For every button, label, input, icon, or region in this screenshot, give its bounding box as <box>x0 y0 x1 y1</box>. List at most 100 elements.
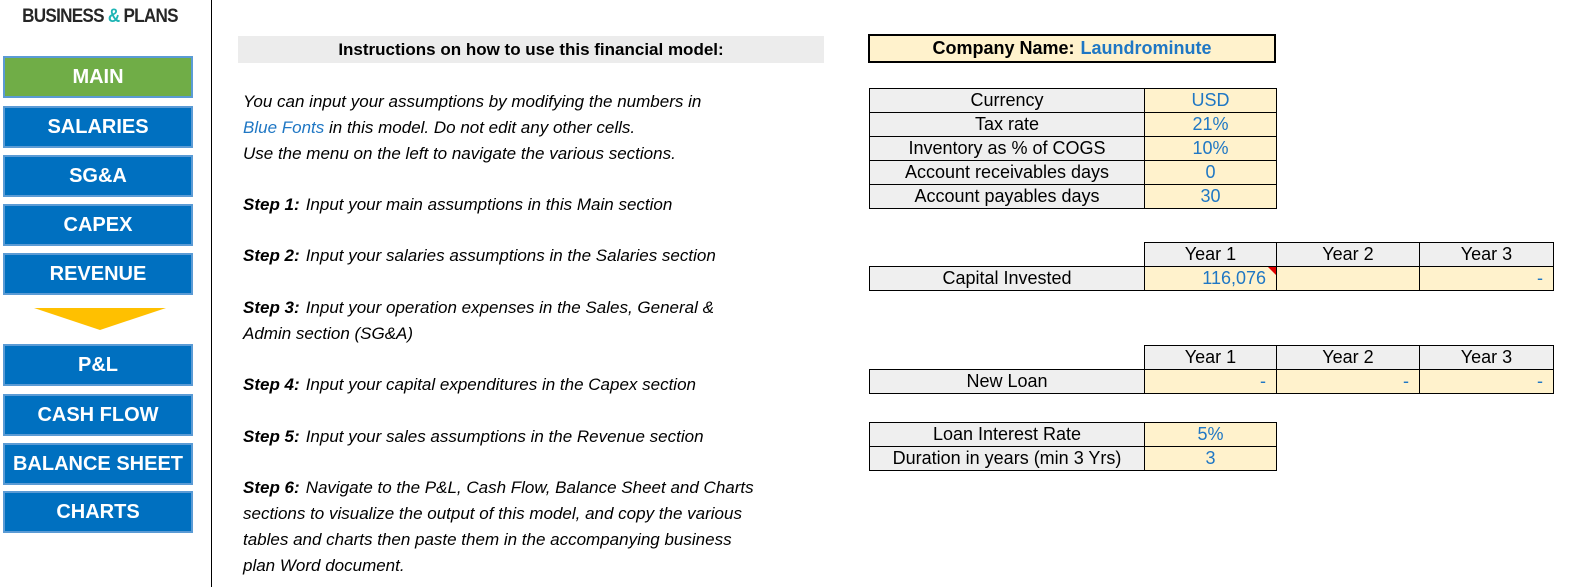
step-text: tables and charts then paste them in the… <box>243 530 732 549</box>
instructions-title-text: Instructions on how to use this financia… <box>338 39 724 59</box>
year-3-header: Year 3 <box>1419 242 1554 267</box>
nav-salaries-label: SALARIES <box>47 115 149 138</box>
step-2: Step 2: Input your salaries assumptions i… <box>243 243 716 269</box>
down-arrow-icon <box>34 308 166 330</box>
company-name-input[interactable]: Laundrominute <box>1081 38 1212 59</box>
nav-pl-button[interactable]: P&L <box>3 344 193 386</box>
table-header-row: Year 1 Year 2 Year 3 <box>870 345 1554 370</box>
currency-input[interactable]: USD <box>1144 88 1277 113</box>
company-name-label: Company Name: <box>932 38 1075 58</box>
nav-capex-button[interactable]: CAPEX <box>3 204 193 246</box>
step-text: plan Word document. <box>243 556 405 575</box>
tax-rate-label: Tax rate <box>869 112 1145 137</box>
step-4: Step 4: Input your capital expenditures i… <box>243 372 696 398</box>
loan-year-1-input[interactable]: - <box>1144 369 1277 394</box>
step-5: Step 5: Input your sales assumptions in t… <box>243 424 704 450</box>
step-text: Input your capital expenditures in the C… <box>305 375 696 394</box>
nav-balance-sheet-button[interactable]: BALANCE SHEET <box>3 443 193 485</box>
intro-line-2: Blue Fonts in this model. Do not edit an… <box>243 115 701 141</box>
business-plans-logo: BUSINESS & PLANS <box>10 6 190 28</box>
receivables-days-label: Account receivables days <box>869 160 1145 185</box>
capital-invested-table: Year 1 Year 2 Year 3 Capital Invested 11… <box>869 242 1554 291</box>
payables-days-input[interactable]: 30 <box>1144 184 1277 209</box>
capital-year-1-input[interactable]: 116,076 <box>1144 266 1277 291</box>
nav-cash-flow-label: CASH FLOW <box>37 403 159 426</box>
step-text: Input your sales assumptions in the Reve… <box>305 427 704 446</box>
step-label: Step 1: <box>243 195 300 214</box>
table-row: New Loan - - - <box>869 369 1554 394</box>
inventory-input[interactable]: 10% <box>1144 136 1277 161</box>
nav-sga-label: SG&A <box>69 164 127 187</box>
nav-balance-sheet-label: BALANCE SHEET <box>12 452 183 475</box>
year-3-header: Year 3 <box>1419 345 1554 370</box>
logo-text-2: PLANS <box>119 6 178 27</box>
step-text: sections to visualize the output of this… <box>243 504 742 523</box>
nav-revenue-button[interactable]: REVENUE <box>3 253 193 295</box>
capital-year-3-input[interactable]: - <box>1419 266 1554 291</box>
table-row: Currency USD <box>869 88 1277 113</box>
loan-duration-label: Duration in years (min 3 Yrs) <box>869 446 1145 471</box>
loan-year-3-input[interactable]: - <box>1419 369 1554 394</box>
payables-days-label: Account payables days <box>869 184 1145 209</box>
nav-sga-button[interactable]: SG&A <box>3 155 193 197</box>
year-2-header: Year 2 <box>1276 242 1420 267</box>
step-label: Step 5: <box>243 427 300 446</box>
logo-text-1: BUSINESS <box>22 6 108 27</box>
intro-line-3: Use the menu on the left to navigate the… <box>243 144 676 163</box>
capital-invested-label: Capital Invested <box>869 266 1145 291</box>
instructions-intro: You can input your assumptions by modify… <box>243 89 701 167</box>
step-6: Step 6: Navigate to the P&L, Cash Flow, B… <box>243 475 754 579</box>
capital-year-1-value: 116,076 <box>1202 268 1266 288</box>
sidebar-divider <box>211 0 212 587</box>
tax-rate-input[interactable]: 21% <box>1144 112 1277 137</box>
currency-label: Currency <box>869 88 1145 113</box>
table-row: Inventory as % of COGS 10% <box>869 136 1277 161</box>
year-2-header: Year 2 <box>1276 345 1420 370</box>
intro-line-2-rest: in this model. Do not edit any other cel… <box>324 118 636 137</box>
loan-duration-input[interactable]: 3 <box>1144 446 1277 471</box>
step-text: Input your salaries assumptions in the S… <box>305 246 716 265</box>
new-loan-table: Year 1 Year 2 Year 3 New Loan - - - <box>869 345 1554 394</box>
nav-capex-label: CAPEX <box>63 213 133 236</box>
comment-indicator-icon[interactable] <box>1268 267 1276 275</box>
blue-fonts-text: Blue Fonts <box>243 118 325 137</box>
step-label: Step 6: <box>243 478 300 497</box>
year-1-header: Year 1 <box>1144 242 1277 267</box>
loan-terms-table: Loan Interest Rate 5% Duration in years (… <box>869 422 1277 471</box>
step-label: Step 3: <box>243 298 300 317</box>
assumptions-table: Currency USD Tax rate 21% Inventory as % o… <box>869 88 1277 209</box>
step-text: Input your operation expenses in the Sal… <box>305 298 714 317</box>
table-row: Duration in years (min 3 Yrs) 3 <box>869 446 1277 471</box>
loan-interest-rate-input[interactable]: 5% <box>1144 422 1277 447</box>
receivables-days-input[interactable]: 0 <box>1144 160 1277 185</box>
nav-salaries-button[interactable]: SALARIES <box>3 106 193 148</box>
table-row: Capital Invested 116,076 - <box>869 266 1554 291</box>
step-1: Step 1: Input your main assumptions in th… <box>243 192 672 218</box>
empty-cell <box>870 346 1145 370</box>
logo-ampersand: & <box>107 6 120 27</box>
step-3: Step 3: Input your operation expenses in … <box>243 295 714 347</box>
loan-year-2-input[interactable]: - <box>1276 369 1420 394</box>
step-label: Step 4: <box>243 375 300 394</box>
step-text: Navigate to the P&L, Cash Flow, Balance … <box>305 478 754 497</box>
table-header-row: Year 1 Year 2 Year 3 <box>870 242 1554 267</box>
nav-charts-button[interactable]: CHARTS <box>3 491 193 533</box>
step-text: Admin section (SG&A) <box>243 324 414 343</box>
nav-main-label: MAIN <box>72 65 124 88</box>
instructions-title: Instructions on how to use this financia… <box>238 36 824 63</box>
nav-cash-flow-button[interactable]: CASH FLOW <box>3 394 193 436</box>
capital-year-2-input[interactable] <box>1276 266 1420 291</box>
year-1-header: Year 1 <box>1144 345 1277 370</box>
new-loan-label: New Loan <box>869 369 1145 394</box>
table-row: Account receivables days 0 <box>869 160 1277 185</box>
company-name-box: Company Name: Laundrominute <box>868 34 1276 63</box>
table-row: Loan Interest Rate 5% <box>869 422 1277 447</box>
step-label: Step 2: <box>243 246 300 265</box>
empty-cell <box>870 243 1145 267</box>
table-row: Tax rate 21% <box>869 112 1277 137</box>
nav-charts-label: CHARTS <box>56 500 140 523</box>
step-text: Input your main assumptions in this Main… <box>305 195 673 214</box>
nav-main-button[interactable]: MAIN <box>3 56 193 98</box>
nav-pl-label: P&L <box>78 353 118 376</box>
nav-revenue-label: REVENUE <box>49 262 147 285</box>
